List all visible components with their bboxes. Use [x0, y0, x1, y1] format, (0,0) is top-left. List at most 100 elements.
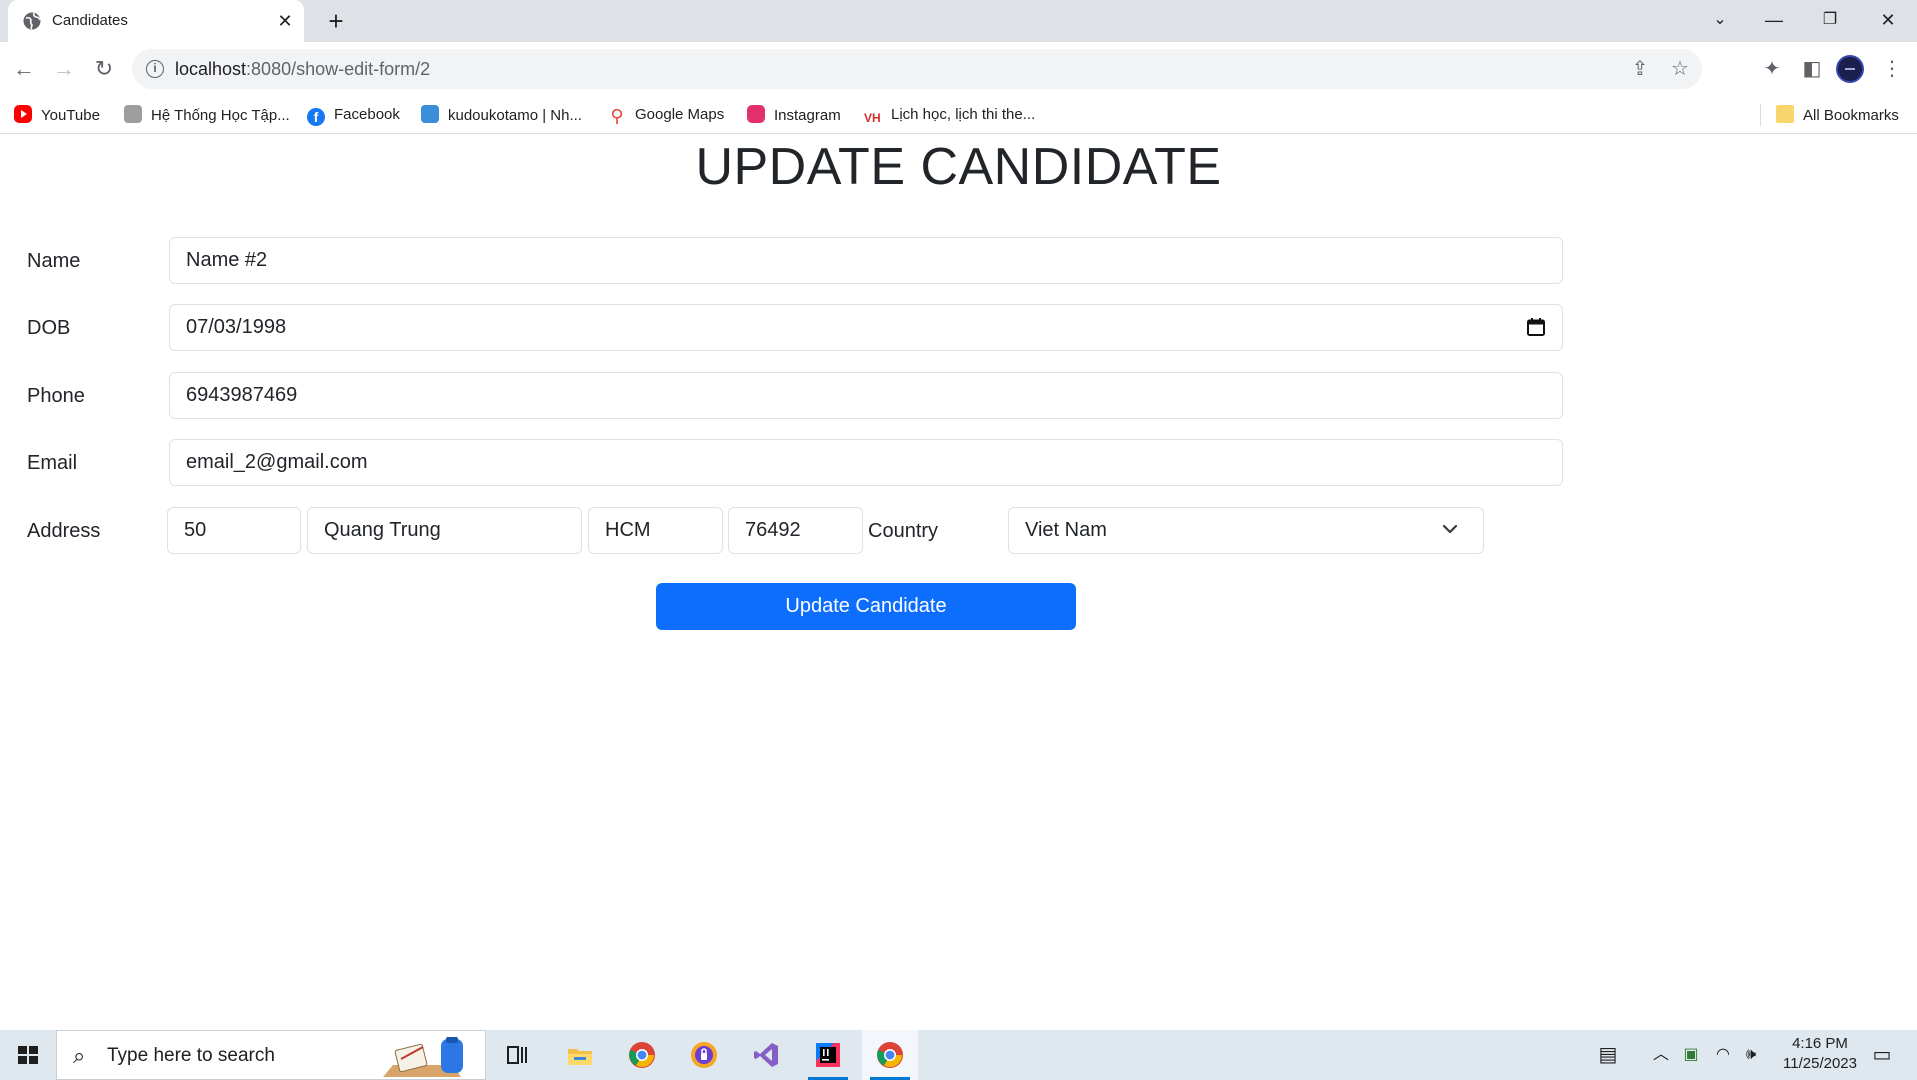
- youtube-icon: [14, 105, 32, 123]
- address-city-input[interactable]: HCM: [588, 507, 723, 554]
- window-close-button[interactable]: ✕: [1860, 0, 1916, 40]
- search-highlight-art: [383, 1037, 463, 1077]
- browser-toolbar: ← → ↻ i localhost:8080/show-edit-form/2 …: [0, 42, 1917, 96]
- bookmark-kudoukotamo[interactable]: kudoukotamo | Nh...: [421, 105, 582, 125]
- shield-lock-icon: [691, 1042, 717, 1068]
- facebook-icon: f: [307, 108, 325, 126]
- clock-time: 4:16 PM: [1792, 1035, 1848, 1052]
- chrome-app-active[interactable]: [862, 1030, 918, 1080]
- restore-button[interactable]: ❐: [1802, 0, 1858, 40]
- country-value: Viet Nam: [1025, 519, 1107, 541]
- bookmark-star-icon[interactable]: ☆: [1668, 57, 1692, 81]
- task-view-button[interactable]: [490, 1030, 546, 1080]
- volume-icon[interactable]: 🕪: [1738, 1030, 1764, 1080]
- forward-arrow-icon[interactable]: →: [48, 53, 80, 85]
- bookmark-facebook[interactable]: f Facebook: [307, 105, 400, 126]
- url-host: localhost: [175, 59, 247, 79]
- address-bar[interactable]: i localhost:8080/show-edit-form/2 ⇪ ☆: [132, 49, 1702, 89]
- bookmark-label: All Bookmarks: [1803, 107, 1899, 124]
- windows-icon: [18, 1046, 38, 1064]
- show-hidden-icons-chevron-icon[interactable]: ︿: [1648, 1030, 1674, 1080]
- battery-icon[interactable]: ▣: [1678, 1030, 1704, 1080]
- all-bookmarks-button[interactable]: All Bookmarks: [1776, 105, 1899, 125]
- visual-studio-icon: [754, 1043, 778, 1067]
- dob-label: DOB: [27, 317, 71, 339]
- phone-input[interactable]: 6943987469: [169, 372, 1563, 419]
- country-label: Country: [868, 520, 939, 542]
- bookmark-label: Lịch học, lịch thi the...: [891, 106, 1036, 123]
- bookmarks-divider: [1760, 104, 1761, 126]
- search-icon: ⌕: [73, 1043, 86, 1068]
- file-explorer-app[interactable]: [552, 1030, 608, 1080]
- new-tab-button[interactable]: +: [322, 7, 350, 35]
- name-label: Name: [27, 250, 81, 272]
- url-text[interactable]: localhost:8080/show-edit-form/2: [175, 59, 430, 80]
- browser-tab-strip: Candidates ✕ + ⌄ — ❐ ✕: [0, 0, 1917, 42]
- folder-icon: [568, 1049, 592, 1065]
- tab-search-icon[interactable]: ⌄: [1692, 0, 1748, 40]
- tab-title: Candidates: [52, 12, 128, 29]
- bookmark-label: YouTube: [41, 107, 100, 124]
- bookmark-label: Hệ Thống Học Tập...: [151, 107, 290, 124]
- folder-icon: [1776, 105, 1794, 123]
- instagram-icon: [747, 105, 765, 123]
- bookmark-google-maps[interactable]: ⚲ Google Maps: [608, 105, 724, 125]
- intellij-icon: [816, 1043, 840, 1067]
- reload-icon[interactable]: ↻: [88, 53, 120, 85]
- taskbar-search-box[interactable]: ⌕ Type here to search: [56, 1030, 486, 1080]
- update-candidate-button[interactable]: Update Candidate: [656, 583, 1076, 630]
- chevron-down-icon: [1442, 524, 1458, 534]
- name-input[interactable]: Name #2: [169, 237, 1563, 284]
- news-widget-icon[interactable]: ▤: [1586, 1030, 1630, 1080]
- vpn-app[interactable]: [676, 1030, 732, 1080]
- address-number-input[interactable]: 50: [167, 507, 301, 554]
- chrome-icon: [629, 1042, 655, 1068]
- more-menu-icon[interactable]: ⋮: [1876, 53, 1908, 85]
- notification-icon[interactable]: ▭: [1862, 1030, 1902, 1080]
- side-panel-icon[interactable]: ◧: [1796, 53, 1828, 85]
- kudo-icon: [421, 105, 439, 123]
- email-label: Email: [27, 452, 78, 474]
- share-icon[interactable]: ⇪: [1628, 57, 1652, 81]
- bookmark-label: kudoukotamo | Nh...: [448, 107, 582, 124]
- school-icon: [124, 105, 142, 123]
- close-tab-icon[interactable]: ✕: [274, 10, 296, 32]
- extensions-icon[interactable]: ✦: [1756, 53, 1788, 85]
- url-path: :8080/show-edit-form/2: [246, 59, 431, 79]
- bookmark-schedule[interactable]: VH Lịch học, lịch thi the...: [864, 105, 1035, 125]
- map-pin-icon: ⚲: [610, 106, 624, 126]
- chrome-app[interactable]: [614, 1030, 670, 1080]
- bookmark-instagram[interactable]: Instagram: [747, 105, 841, 125]
- bookmarks-bar: YouTube Hệ Thống Học Tập... f Facebook ku…: [0, 96, 1917, 134]
- dob-input[interactable]: 07/03/1998: [169, 304, 1563, 351]
- clock[interactable]: 4:16 PM 11/25/2023: [1770, 1034, 1870, 1074]
- bookmark-school[interactable]: Hệ Thống Học Tập...: [124, 105, 290, 125]
- email-input[interactable]: email_2@gmail.com: [169, 439, 1563, 486]
- globe-icon: [23, 12, 41, 30]
- schedule-icon: VH: [864, 111, 881, 125]
- address-street-input[interactable]: Quang Trung: [307, 507, 582, 554]
- page-content: UPDATE CANDIDATE Name Name #2 DOB 07/03/…: [0, 135, 1917, 1030]
- back-arrow-icon[interactable]: ←: [8, 53, 40, 85]
- address-label: Address: [27, 520, 101, 542]
- browser-tab[interactable]: Candidates ✕: [8, 0, 304, 42]
- network-icon[interactable]: ◠: [1710, 1030, 1736, 1080]
- bookmark-youtube[interactable]: YouTube: [14, 105, 100, 125]
- calendar-icon[interactable]: [1526, 317, 1546, 337]
- site-info-icon[interactable]: i: [146, 60, 164, 78]
- bookmark-label: Google Maps: [635, 106, 725, 123]
- clock-date: 11/25/2023: [1783, 1055, 1857, 1072]
- country-select[interactable]: Viet Nam: [1008, 507, 1484, 554]
- minimize-button[interactable]: —: [1746, 0, 1802, 40]
- search-placeholder: Type here to search: [107, 1045, 275, 1066]
- visual-studio-app[interactable]: [738, 1030, 794, 1080]
- chrome-icon: [877, 1042, 903, 1068]
- intellij-app[interactable]: [800, 1030, 856, 1080]
- bookmark-label: Instagram: [774, 107, 841, 124]
- address-zip-input[interactable]: 76492: [728, 507, 863, 554]
- phone-label: Phone: [27, 385, 85, 407]
- task-view-icon: [507, 1046, 527, 1064]
- profile-avatar[interactable]: [1836, 55, 1864, 83]
- dob-value: 07/03/1998: [186, 316, 287, 338]
- start-button[interactable]: [0, 1030, 56, 1080]
